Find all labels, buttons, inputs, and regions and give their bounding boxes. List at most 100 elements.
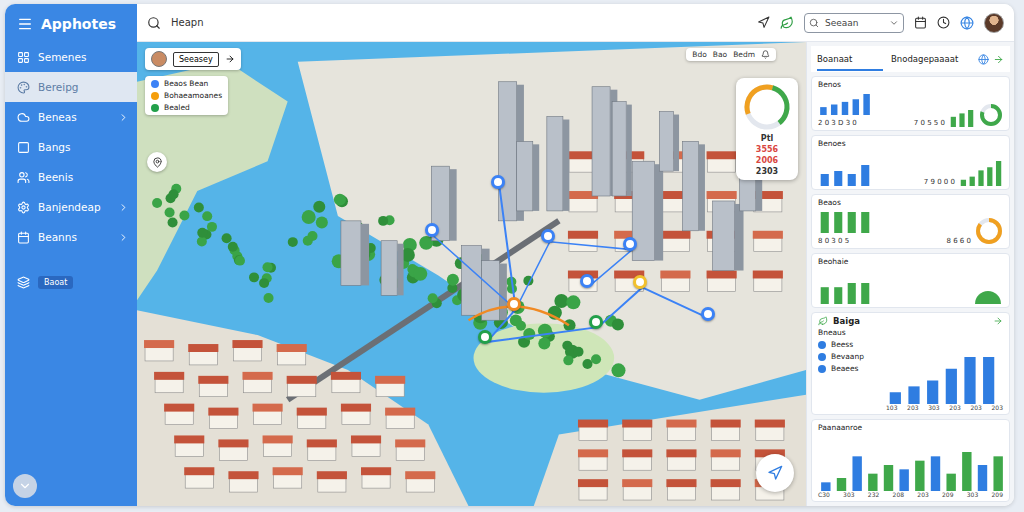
building — [547, 117, 570, 211]
panel-tab[interactable]: Bnodagepaaaat — [891, 48, 958, 71]
chart-bar — [861, 165, 869, 186]
sidebar-item[interactable]: Semenes — [5, 42, 137, 72]
gauge-reading: 2006 — [756, 156, 778, 165]
bar-chart — [949, 109, 975, 127]
card-title: Beaos — [818, 198, 908, 207]
stat-card[interactable]: Beohaie — [811, 253, 1010, 308]
arrow-right-icon — [225, 54, 235, 64]
chart-bar — [946, 368, 957, 403]
legend-item[interactable]: Bohaeamoanes — [151, 91, 222, 100]
chart-bar — [842, 102, 848, 115]
navigation-icon[interactable] — [757, 16, 770, 29]
map-pin[interactable] — [589, 315, 603, 329]
stat-card[interactable]: Beaos8 0 3 0 58 6 6 0 — [811, 194, 1010, 249]
arrow-right-icon[interactable] — [993, 54, 1004, 65]
bell-icon[interactable] — [761, 50, 770, 59]
layers-icon — [17, 276, 30, 289]
bar-chart — [818, 282, 872, 304]
globe-icon[interactable] — [960, 16, 974, 30]
map-pin[interactable] — [425, 223, 439, 237]
clock-icon[interactable] — [937, 16, 950, 29]
toolbar-item[interactable]: Bedm — [733, 50, 755, 59]
sidebar-item[interactable]: Bangs — [5, 132, 137, 162]
locate-button[interactable] — [147, 152, 167, 172]
search-query[interactable]: Heapn — [171, 17, 204, 28]
house — [385, 408, 415, 429]
tree — [288, 237, 298, 247]
search-input[interactable] — [823, 17, 885, 29]
chart-bar — [968, 110, 973, 127]
house — [188, 344, 218, 365]
collapse-button[interactable] — [13, 474, 37, 498]
sidebar-item[interactable]: Banjendeap — [5, 192, 137, 222]
chart-bar — [821, 212, 829, 233]
toolbar-item[interactable]: Bao — [713, 50, 727, 59]
sidebar-item[interactable]: Bereipg — [5, 72, 137, 102]
tree — [249, 272, 259, 282]
map-pin[interactable] — [507, 297, 521, 311]
house — [287, 376, 317, 397]
search-icon[interactable] — [147, 16, 161, 30]
legend-item[interactable]: Beaos Bean — [151, 79, 222, 88]
sidebar-item-label: Beneas — [38, 111, 110, 123]
house — [375, 376, 405, 397]
legend-dot — [818, 341, 826, 349]
map-pin[interactable] — [580, 274, 594, 288]
menu-icon[interactable] — [17, 16, 33, 32]
toolbar-item[interactable]: Bdo — [692, 50, 707, 59]
legend-item[interactable]: Bealed — [151, 103, 222, 112]
globe-icon[interactable] — [978, 54, 989, 65]
map-pin[interactable] — [633, 275, 647, 289]
user-avatar[interactable] — [984, 13, 1004, 33]
map-pin[interactable] — [623, 237, 637, 251]
gauge-card: Ptl355620062303 — [736, 78, 798, 180]
sidebar-badge-row[interactable]: Baoat — [5, 276, 137, 289]
map-pin[interactable] — [491, 175, 505, 189]
building — [682, 141, 705, 230]
house — [753, 271, 783, 292]
sidebar-item-label: Banjendeap — [38, 201, 110, 213]
calendar-icon[interactable] — [914, 16, 927, 29]
half-donut-chart — [973, 278, 1003, 304]
chevron-right-icon — [118, 112, 129, 123]
bottom-chart-card[interactable]: PaanaanroeC30303232208203209303209 — [811, 419, 1010, 502]
map-view[interactable]: Seeasey Beaos Bean Bohaeamoanes Bealed Bdo Ba… — [137, 42, 806, 506]
house — [753, 231, 783, 252]
building — [713, 201, 744, 271]
arrow-right-icon[interactable] — [993, 316, 1003, 326]
chart-bar — [946, 474, 955, 491]
bottom-bar-chart — [818, 451, 1006, 491]
section-title: Baiga — [818, 316, 1003, 326]
leaf-icon[interactable] — [780, 16, 794, 30]
tree — [566, 295, 580, 309]
sidebar-item-label: Beenis — [38, 171, 129, 183]
stat-card[interactable]: Benos2 0 3 D 3 07 0 5 5 0 — [811, 76, 1010, 131]
search-field[interactable] — [804, 13, 904, 33]
house — [242, 372, 272, 393]
chart-bar — [996, 161, 1001, 186]
tree — [316, 217, 328, 229]
route-line — [468, 306, 568, 325]
section-card[interactable]: BaigaBneausBeessBevaanpBeaees10320330320… — [811, 312, 1010, 414]
user-chip[interactable]: Seeasey — [145, 48, 241, 70]
sidebar-item[interactable]: Beanns — [5, 222, 137, 252]
map-pin[interactable] — [541, 229, 555, 243]
panel-tab[interactable]: Boanaat — [817, 48, 883, 71]
sidebar-item[interactable]: Beneas — [5, 102, 137, 132]
app-frame: ApphotesSemenesBereipgBeneasBangsBeenisB… — [0, 0, 1024, 512]
tree — [264, 293, 274, 303]
tree — [262, 262, 272, 272]
map-pin[interactable] — [701, 307, 715, 321]
sidebar-item-label: Semenes — [38, 51, 129, 63]
tree — [523, 328, 535, 340]
navigate-button[interactable] — [756, 454, 794, 492]
house — [707, 271, 737, 292]
stat-card[interactable]: Benoes7 9 0 0 0 — [811, 135, 1010, 190]
map-pin[interactable] — [478, 330, 492, 344]
chart-bar — [861, 283, 869, 304]
chart-bar — [890, 392, 901, 404]
tree — [207, 222, 217, 232]
sidebar-item[interactable]: Beenis — [5, 162, 137, 192]
content: Seeasey Beaos Bean Bohaeamoanes Bealed Bdo Ba… — [137, 42, 1014, 506]
city-map[interactable] — [137, 42, 806, 506]
